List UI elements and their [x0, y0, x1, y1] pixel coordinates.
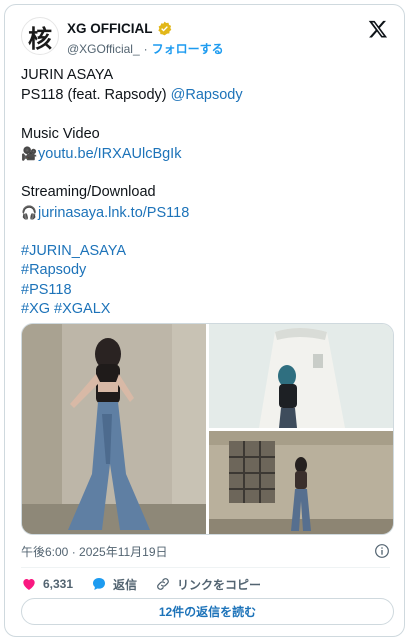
action-bar: 6,331 返信 リンクをコピー [21, 574, 279, 594]
like-button[interactable]: 6,331 [21, 576, 73, 592]
media-image-2[interactable] [209, 324, 393, 428]
youtube-link[interactable]: youtu.be/IRXAUlcBgIk [38, 146, 181, 162]
x-logo-icon[interactable] [368, 19, 388, 39]
divider [21, 567, 390, 568]
info-icon[interactable] [374, 543, 390, 559]
like-count: 6,331 [43, 577, 74, 591]
author-block: XG OFFICIAL @XGOfficial_ · フォローする [67, 19, 224, 57]
video-camera-icon: 🎥 [21, 146, 38, 161]
photo-window-wall [209, 431, 393, 534]
mention-rapsody-link[interactable]: @Rapsody [171, 87, 243, 103]
tweet-card: 核 XG OFFICIAL @XGOfficial_ · フォローする JURI… [4, 4, 405, 637]
verified-badge-icon [157, 21, 171, 35]
hashtag-line-xg: #XG #XGALX [21, 300, 391, 320]
display-name[interactable]: XG OFFICIAL [67, 21, 153, 36]
heart-icon [23, 579, 35, 590]
link-icon [157, 578, 169, 590]
media-image-3[interactable] [209, 431, 393, 534]
avatar[interactable]: 核 [21, 17, 59, 55]
read-replies-button[interactable]: 12件の返信を読む [21, 598, 394, 625]
hashtag-jurin-asaya[interactable]: #JURIN_ASAYA [21, 242, 391, 262]
photo-lighthouse [209, 324, 393, 428]
reply-label: 返信 [113, 577, 138, 592]
streaming-link[interactable]: jurinasaya.lnk.to/PS118 [38, 205, 189, 221]
hashtag-xg[interactable]: #XG [21, 301, 50, 317]
media-grid [21, 323, 394, 535]
stream-line: 🎧jurinasaya.lnk.to/PS118 [21, 203, 391, 223]
handle[interactable]: @XGOfficial_ [67, 42, 140, 56]
song-title: PS118 (feat. Rapsody) [21, 86, 171, 103]
handle-separator: · [143, 41, 148, 56]
copy-link-label: リンクをコピー [177, 577, 262, 592]
hashtag-ps118[interactable]: #PS118 [21, 281, 391, 301]
media-image-1[interactable] [22, 324, 206, 534]
hashtag-xgalx[interactable]: #XGALX [54, 301, 110, 317]
tweet-header: 核 XG OFFICIAL @XGOfficial_ · フォローする [21, 17, 390, 57]
copy-link-button[interactable]: リンクをコピー [155, 576, 261, 593]
tweet-line-song: PS118 (feat. Rapsody) @Rapsody [21, 86, 391, 106]
reply-button[interactable]: 返信 [91, 576, 137, 593]
reply-bubble-icon [93, 578, 106, 590]
tweet-text: JURIN ASAYA PS118 (feat. Rapsody) @Rapso… [21, 66, 391, 320]
timestamp[interactable]: 午後6:00 · 2025年11月19日 [21, 545, 168, 559]
tweet-meta: 午後6:00 · 2025年11月19日 [21, 543, 390, 561]
tweet-line-title: JURIN ASAYA [21, 67, 114, 83]
mv-label: Music Video [21, 125, 100, 142]
mv-line: 🎥youtu.be/IRXAUlcBgIk [21, 144, 391, 164]
hashtag-rapsody[interactable]: #Rapsody [21, 261, 391, 281]
stream-label: Streaming/Download [21, 184, 156, 200]
follow-button[interactable]: フォローする [152, 40, 224, 57]
headphones-icon: 🎧 [21, 204, 38, 220]
photo-wall-figure [22, 324, 206, 534]
